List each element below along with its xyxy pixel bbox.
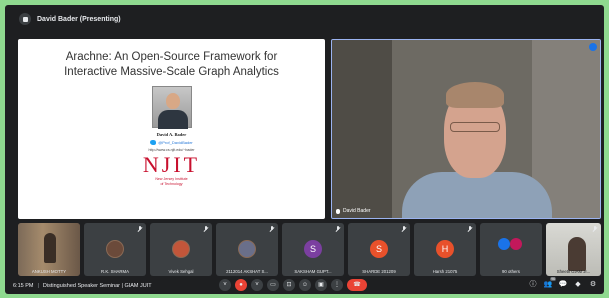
participant-tile[interactable]: S SHARDE 201209 (348, 223, 410, 276)
chat-icon[interactable]: 💬 (558, 280, 568, 288)
mic-off-icon (467, 226, 473, 232)
avatar (172, 240, 190, 258)
author-photo (151, 86, 192, 129)
avatar (238, 240, 256, 258)
speaker-shirt (402, 172, 552, 218)
people-button[interactable]: 👥 96 (543, 277, 556, 288)
more-options-button[interactable]: ⋮ (331, 279, 343, 291)
presenting-icon (19, 13, 31, 25)
participant-name: R.K. SHARMA (101, 269, 129, 274)
speaker-video[interactable]: David Bader (331, 39, 601, 219)
call-controls: ˅ ● ˅ ▭ ⊡ ☺ ▣ ⋮ ☎ (219, 279, 367, 291)
mic-off-icon (335, 226, 341, 232)
participant-name: Vivek Sehgal (168, 269, 194, 274)
participant-strip: ANKUSH MOTTY R.K. SHARMA Vivek Sehgal 21… (18, 223, 601, 276)
participant-tile[interactable]: R.K. SHARMA (84, 223, 146, 276)
slide-title-line1: Arachne: An Open-Source Framework for (65, 51, 278, 63)
presenting-label: David Bader (Presenting) (37, 15, 121, 23)
others-count: 90 others (502, 269, 520, 274)
participant-name: 2112014 AKSHAT S... (226, 269, 268, 274)
njit-logo: NJIT (142, 152, 201, 177)
people-count-badge: 96 (550, 277, 556, 281)
self-tile[interactable]: Sheetil GIAM JI... (546, 223, 601, 276)
people-icon: 👥 (543, 281, 553, 288)
mic-off-icon (269, 226, 275, 232)
mic-off-icon (203, 226, 209, 232)
slide-title: Arachne: An Open-Source Framework for In… (18, 50, 325, 80)
mic-off-icon (137, 226, 143, 232)
leave-call-button[interactable]: ☎ (347, 279, 367, 291)
participant-name: Sheetil GIAM JI... (556, 269, 591, 274)
meeting-title: Distinguished Speaker Seminar | GIAM JUI… (42, 282, 152, 289)
clock: 6:15 PM (13, 282, 34, 289)
author-name: David A. Bader (156, 132, 187, 137)
mic-off-icon (592, 226, 598, 232)
speaker-hair (446, 82, 504, 108)
captions-button[interactable]: ⊡ (283, 279, 295, 291)
participant-tile[interactable]: H Harsh 21075 (414, 223, 476, 276)
bottom-bar: 6:15 PM | Distinguished Speaker Seminar … (5, 277, 604, 294)
slide-title-line2: Interactive Massive-Scale Graph Analytic… (64, 66, 279, 78)
participant-name: Harsh 21075 (432, 269, 458, 274)
mic-options-chevron-icon[interactable]: ˅ (219, 279, 231, 291)
twitter-icon (150, 140, 157, 145)
presentation-slide[interactable]: Arachne: An Open-Source Framework for In… (18, 39, 325, 219)
mic-off-icon (401, 226, 407, 232)
twitter-handle-text: @Prof_DavidBader (158, 140, 193, 145)
avatar (106, 240, 124, 258)
participant-tile[interactable]: S SAKSHAM GUPT... (282, 223, 344, 276)
participant-name: SAKSHAM GUPT... (294, 269, 332, 274)
host-controls-icon[interactable]: ⚙ (588, 280, 598, 288)
pin-icon[interactable] (589, 43, 597, 51)
others-tile[interactable]: 90 others (480, 223, 542, 276)
activities-icon[interactable]: ◆ (573, 280, 583, 288)
avatar: H (436, 240, 454, 258)
twitter-handle: @Prof_DavidBader (18, 140, 325, 145)
speaker-glasses (450, 122, 500, 132)
participant-tile[interactable]: Vivek Sehgal (150, 223, 212, 276)
institute-name: New Jersey Institute of Technology (18, 177, 325, 187)
meeting-details-icon[interactable]: ⓘ (528, 279, 538, 289)
separator: | (37, 282, 39, 289)
top-bar: David Bader (Presenting) (5, 5, 604, 33)
meet-window: David Bader (Presenting) Arachne: An Ope… (5, 5, 604, 294)
mic-off-button[interactable]: ● (235, 279, 247, 291)
speaker-name-label: David Bader (336, 208, 371, 214)
avatar: S (304, 240, 322, 258)
camera-options-chevron-icon[interactable]: ˅ (251, 279, 263, 291)
mic-icon (336, 208, 340, 214)
camera-button[interactable]: ▭ (267, 279, 279, 291)
participant-tile[interactable]: 2112014 AKSHAT S... (216, 223, 278, 276)
participant-name: SHARDE 201209 (362, 269, 396, 274)
avatar (498, 238, 510, 250)
avatar (510, 238, 522, 250)
present-button[interactable]: ▣ (315, 279, 327, 291)
institute-line2: of Technology (160, 182, 183, 186)
avatar: S (370, 240, 388, 258)
participant-tile[interactable]: ANKUSH MOTTY (18, 223, 80, 276)
speaker-name: David Bader (343, 208, 371, 214)
side-controls: ⓘ 👥 96 💬 ◆ ⚙ (528, 277, 598, 289)
participant-name: ANKUSH MOTTY (31, 269, 67, 274)
reactions-button[interactable]: ☺ (299, 279, 311, 291)
